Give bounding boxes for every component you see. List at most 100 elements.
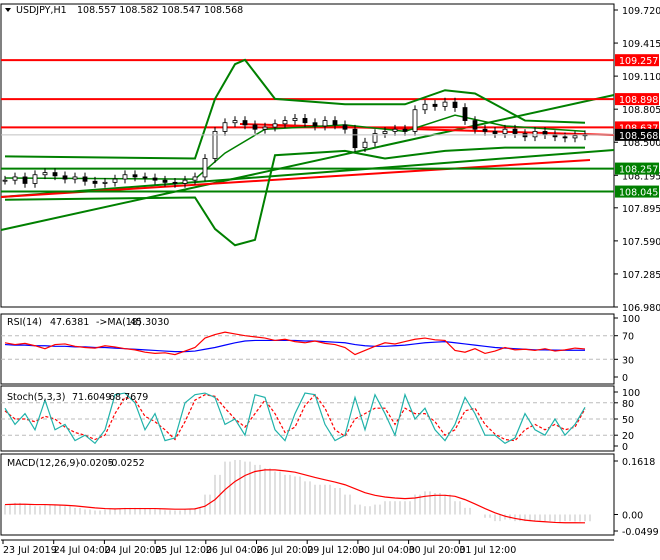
price-panel[interactable] xyxy=(0,58,615,247)
candle xyxy=(102,181,108,184)
stoch-tick-label: 100 xyxy=(622,388,640,399)
axes: 109.720109.415109.110108.805108.500108.1… xyxy=(2,6,660,556)
candle xyxy=(182,179,188,184)
candle xyxy=(382,131,388,134)
candle xyxy=(492,131,498,134)
candle xyxy=(112,178,118,183)
candle xyxy=(32,174,38,184)
price-tick-label: 107.590 xyxy=(622,237,660,248)
stoch-tick-label: 80 xyxy=(622,399,634,410)
candle xyxy=(352,128,358,149)
stoch-tick-label: 0 xyxy=(622,442,628,453)
candle xyxy=(292,117,298,121)
price-tick-label: 109.110 xyxy=(622,72,660,83)
time-tick-label: 29 Jul 12:00 xyxy=(307,545,364,556)
price-tick-label: 106.980 xyxy=(622,303,660,314)
rsi-panel[interactable] xyxy=(1,331,614,360)
time-tick-label: 31 Jul 12:00 xyxy=(459,545,516,556)
rsi-label-value: 47.6381 xyxy=(50,317,89,328)
macd-signal-value: -0.0252 xyxy=(108,458,145,469)
level-badge-label: 108.898 xyxy=(619,95,658,106)
candle xyxy=(512,128,518,134)
macd-panel[interactable] xyxy=(4,459,591,524)
macd-tick-label: 0.00 xyxy=(622,511,643,522)
candle xyxy=(52,172,58,177)
candle xyxy=(272,123,278,128)
candle xyxy=(232,120,238,124)
candle xyxy=(252,124,258,130)
ohlc-label: 108.557 108.582 108.547 108.568 xyxy=(77,5,243,16)
candle xyxy=(42,172,48,176)
panel-labels: USDJPY,H1 108.557 108.582 108.547 108.56… xyxy=(5,5,243,469)
candle xyxy=(322,120,328,127)
price-tick-label: 109.415 xyxy=(622,39,660,50)
chart-window[interactable]: 109.720 109.415 109.110 108.805 108.500 108.1… xyxy=(0,0,660,560)
macd-tick-label: 0.1618 xyxy=(622,457,655,468)
bollinger-upper xyxy=(4,58,586,160)
level-badge-label: 108.257 xyxy=(619,165,658,176)
candle xyxy=(542,131,548,136)
symbol-label: USDJPY,H1 xyxy=(16,5,67,16)
time-tick-label: 23 Jul 2019 xyxy=(3,545,57,556)
candle xyxy=(162,179,168,183)
candle xyxy=(202,158,208,178)
candle xyxy=(82,176,88,182)
stoch-d-value: 68.7679 xyxy=(109,392,148,403)
rsi-tick-label: 0 xyxy=(622,373,628,384)
level-badge-label: 109.257 xyxy=(619,56,658,67)
candle xyxy=(472,120,478,130)
price-tick-label: 109.720 xyxy=(622,6,660,17)
candle xyxy=(92,180,98,184)
stoch-tick-label: 50 xyxy=(622,415,634,426)
bollinger-lower xyxy=(4,146,585,247)
candle xyxy=(462,107,468,121)
time-tick-label: 24 Jul 04:00 xyxy=(54,545,111,556)
candle xyxy=(502,128,508,134)
time-tick-label: 24 Jul 20:00 xyxy=(104,545,161,556)
rsi-label-name: RSI(14) xyxy=(7,317,42,328)
candle xyxy=(562,136,568,139)
current-price-label: 108.568 xyxy=(619,131,658,142)
candle xyxy=(152,177,158,181)
rsi-tick-label: 100 xyxy=(622,314,640,325)
candle xyxy=(262,126,268,130)
candle xyxy=(432,103,438,107)
candle xyxy=(402,128,408,132)
rsi-tick-label: 30 xyxy=(622,355,634,366)
candle xyxy=(302,117,308,124)
price-tick-label: 107.895 xyxy=(622,204,660,215)
candle xyxy=(142,176,148,179)
rsi-tick-label: 70 xyxy=(622,332,634,343)
candle xyxy=(332,120,338,126)
candle xyxy=(122,174,128,180)
candle xyxy=(442,101,448,107)
time-tick-label: 30 Jul 04:00 xyxy=(358,545,415,556)
main-frame xyxy=(0,3,615,308)
candle xyxy=(192,176,198,181)
candle xyxy=(242,120,248,126)
candle xyxy=(2,179,8,182)
candle xyxy=(342,124,348,130)
time-tick-label: 30 Jul 20:00 xyxy=(409,545,466,556)
stoch-label-name: Stoch(5,3,3) xyxy=(7,392,65,403)
candle xyxy=(572,135,578,139)
macd-label-name: MACD(12,26,9) xyxy=(7,458,79,469)
candle xyxy=(282,120,288,125)
candle xyxy=(452,101,458,108)
candle xyxy=(72,176,78,180)
candle xyxy=(412,109,418,132)
collapse-triangle-icon[interactable] xyxy=(5,8,11,12)
level-badge-label: 108.045 xyxy=(619,188,658,199)
candle xyxy=(132,174,138,178)
candle xyxy=(362,141,368,149)
macd-tick-label: -0.0499 xyxy=(622,527,659,538)
trendline-green xyxy=(0,94,615,231)
candle xyxy=(12,176,18,181)
time-tick-label: 26 Jul 04:00 xyxy=(206,545,263,556)
candle xyxy=(212,131,218,159)
candle xyxy=(22,176,28,184)
chart-canvas[interactable]: 109.720109.415109.110108.805108.500108.1… xyxy=(0,0,660,560)
stoch-k-value: 71.6049 xyxy=(72,392,111,403)
candle xyxy=(62,175,68,180)
candle xyxy=(392,128,398,132)
